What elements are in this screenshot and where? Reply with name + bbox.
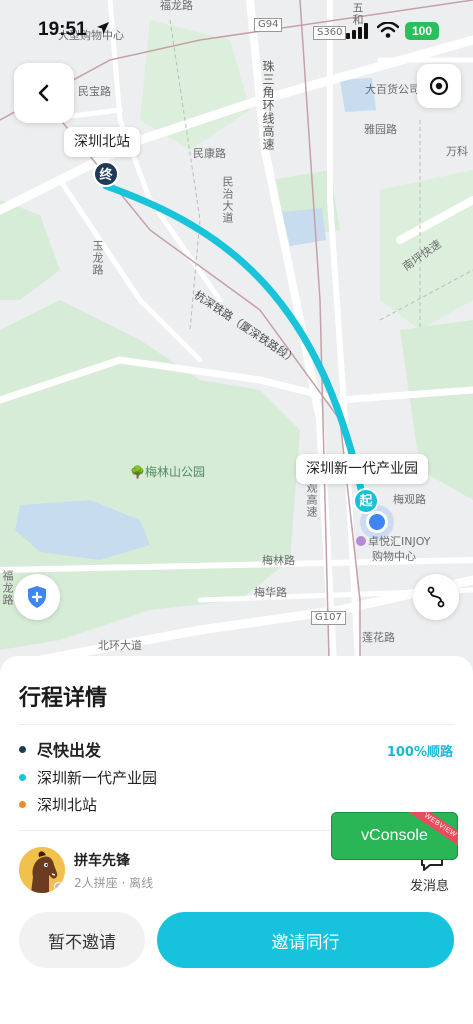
map-label: 梅观路 — [393, 493, 426, 506]
match-rate: 100%顺路 — [386, 745, 453, 760]
route-icon — [427, 586, 445, 608]
map-label: 雅园路 — [364, 123, 397, 136]
route-overview-button[interactable] — [413, 574, 459, 620]
wifi-icon — [377, 22, 399, 38]
chevron-left-icon — [38, 84, 49, 102]
map-label-meilin-park: 🌳梅林山公园 — [130, 465, 205, 479]
location-arrow-icon — [97, 22, 109, 34]
start-pin: 起 — [353, 488, 379, 514]
status-time: 19:51 — [38, 19, 87, 40]
map-label: 购物中心 — [372, 550, 416, 563]
destination-label: 深圳北站 — [37, 795, 98, 814]
decline-button[interactable]: 暂不邀请 — [19, 912, 145, 968]
origin-label: 深圳新一代产业园 — [37, 768, 158, 787]
map-label: 梅林路 — [262, 554, 295, 567]
current-location-dot — [366, 511, 388, 533]
map-label: 民康路 — [193, 147, 226, 160]
vconsole-label: vConsole — [361, 827, 428, 844]
invite-button[interactable]: 邀请同行 — [157, 912, 454, 968]
back-button[interactable] — [14, 63, 74, 123]
target-icon — [429, 76, 449, 96]
sheet-title: 行程详情 — [19, 686, 108, 711]
depart-time-row: 尽快出发 — [19, 739, 102, 760]
divider — [19, 724, 454, 725]
origin-row: 深圳新一代产业园 — [19, 767, 157, 787]
locate-button[interactable] — [417, 64, 461, 108]
battery-indicator: 100 — [405, 22, 439, 40]
safety-button[interactable] — [14, 574, 60, 620]
shield-icon — [28, 586, 46, 608]
destination-dot — [19, 800, 26, 808]
origin-dot — [19, 773, 26, 781]
map-label: 珠三角环线高速 — [261, 60, 275, 151]
map-label: 玉龙路 — [91, 240, 104, 276]
depart-dot — [19, 745, 26, 753]
user-name: 拼车先锋 — [74, 853, 130, 869]
map-label: 万科 — [446, 145, 468, 158]
vconsole-button[interactable]: vConsole WEBVIEW — [331, 812, 458, 860]
origin-bubble: 深圳新一代产业园 — [296, 454, 428, 484]
map-label: 民宝路 — [78, 85, 111, 98]
signal-icon — [346, 23, 368, 39]
user-subtitle: 2人拼座 · 离线 — [74, 876, 154, 890]
map-label: 北环大道 — [98, 639, 142, 652]
depart-time-label: 尽快出发 — [37, 741, 102, 760]
map-label-g107: G107 — [311, 611, 346, 625]
avatar[interactable] — [19, 847, 65, 893]
send-message-label[interactable]: 发消息 — [410, 875, 449, 894]
status-bar: 19:51 100 — [0, 0, 473, 44]
status-dot — [54, 882, 63, 891]
map-label-zhuoyue: 卓悦汇INJOY — [356, 536, 431, 547]
map-label: 福龙路 — [1, 570, 14, 606]
map-label: 民治大道 — [221, 176, 234, 224]
end-pin: 终 — [93, 161, 119, 187]
map-label: 梅华路 — [254, 586, 287, 599]
map-label: 莲花路 — [362, 631, 395, 644]
destination-bubble: 深圳北站 — [64, 127, 140, 157]
destination-row: 深圳北站 — [19, 794, 97, 814]
map-view[interactable]: 福龙路 G94 S360 五和 民宝路 民康路 民治大道 珠三角环线高速 雅园路… — [0, 0, 473, 700]
map-label: 大百货公司 — [365, 83, 420, 96]
